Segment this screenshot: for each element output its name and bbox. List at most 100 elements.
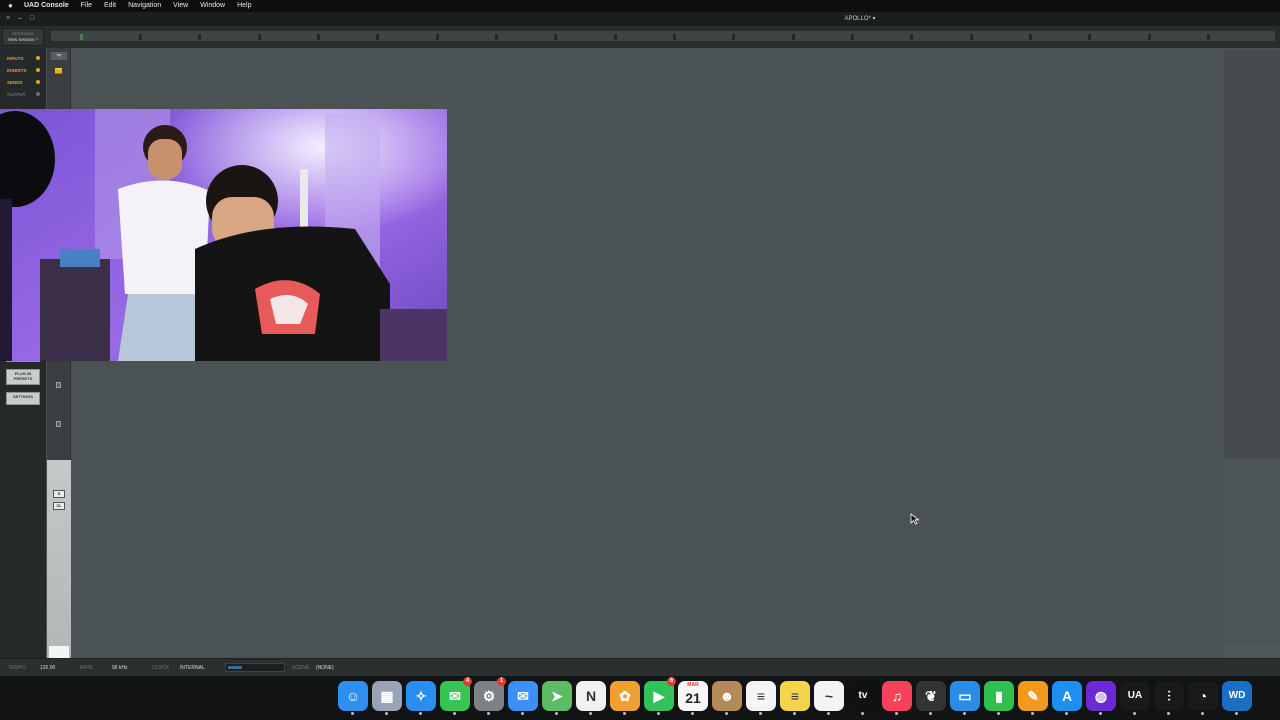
- dsp-meter: [225, 663, 285, 672]
- insert-slot[interactable]: [55, 68, 62, 74]
- menu-window[interactable]: Window: [200, 0, 225, 12]
- menu-navigation[interactable]: Navigation: [128, 0, 161, 12]
- finder-icon[interactable]: ☺: [338, 681, 368, 715]
- safari-icon[interactable]: ✧: [406, 681, 436, 715]
- messages-glyph: ✉: [449, 688, 461, 704]
- fl-studio-glyph: ❦: [925, 688, 937, 704]
- overview-tick: [80, 34, 83, 40]
- channel-overview-ruler[interactable]: [50, 30, 1276, 42]
- chevron-down-icon[interactable]: [51, 52, 67, 60]
- tempo-value[interactable]: 120.00: [40, 665, 55, 671]
- apple-icon[interactable]: ●: [8, 2, 16, 10]
- app-store-glyph: A: [1061, 688, 1073, 704]
- cl-button[interactable]: CL: [53, 502, 65, 510]
- settings-button[interactable]: SETTINGS: [6, 392, 40, 405]
- overview-tick: [495, 34, 498, 40]
- running-indicator: [691, 712, 694, 715]
- menu-edit[interactable]: Edit: [104, 0, 116, 12]
- pages-icon[interactable]: ✎: [1018, 681, 1048, 715]
- send-slot[interactable]: [56, 421, 61, 427]
- freeform-icon[interactable]: ~: [814, 681, 844, 715]
- system-settings-icon[interactable]: ⚙ 1: [474, 677, 506, 715]
- running-indicator: [725, 712, 728, 715]
- close-icon[interactable]: ×: [4, 14, 12, 23]
- contacts-icon[interactable]: ☻: [712, 681, 742, 715]
- menu-view[interactable]: View: [173, 0, 188, 12]
- ua-connect-icon[interactable]: UA: [1120, 681, 1150, 715]
- running-indicator: [759, 712, 762, 715]
- uad-console-icon[interactable]: ⫶: [1154, 681, 1184, 715]
- solo-button[interactable]: S: [53, 490, 65, 498]
- dock: ☺ ▦ ✧ ✉ 4 ⚙ 1 ✉ ➤ N ✿ ▶ 6 MAR 21 ☻ ≡ ≡ ~ tv ♫ ❦ ▭ ▮ ✎ A ◍ UA ⫶ ◔ WD: [0, 676, 1280, 720]
- running-indicator: [419, 712, 422, 715]
- overview-tick: [851, 34, 854, 40]
- keynote-icon[interactable]: ▭: [950, 681, 980, 715]
- output-label: OUTPUT: [7, 91, 26, 97]
- facetime-glyph: ▶: [653, 688, 665, 704]
- channel-fader[interactable]: S CL: [47, 460, 71, 658]
- running-indicator: [1065, 712, 1068, 715]
- news-icon[interactable]: N: [576, 681, 606, 715]
- clock-value[interactable]: INTERNAL: [180, 665, 205, 671]
- numbers-icon[interactable]: ▮: [984, 681, 1014, 715]
- audio-app-icon[interactable]: ◍: [1086, 681, 1116, 715]
- session-selector[interactable]: SESSIONS New Session ^: [2, 28, 44, 46]
- tempo-label: TEMPO: [8, 665, 26, 671]
- music-glyph: ♫: [891, 688, 903, 704]
- audio-app-glyph: ◍: [1094, 688, 1108, 704]
- uad-meter-icon[interactable]: ◔: [1188, 681, 1218, 715]
- clock-label: CLOCK: [152, 665, 170, 671]
- right-panel-footer: [1224, 644, 1280, 658]
- overview-tick: [436, 34, 439, 40]
- fl-studio-icon[interactable]: ❦: [916, 681, 946, 715]
- tv-glyph: tv: [858, 690, 868, 701]
- menu-help[interactable]: Help: [237, 0, 251, 12]
- maximize-icon[interactable]: □: [28, 14, 36, 23]
- facetime-icon[interactable]: ▶ 6: [644, 677, 676, 715]
- inputs-toggle[interactable]: INPUTS: [4, 52, 42, 64]
- plugin-presets-button[interactable]: PLUG-IN PRESETS: [6, 369, 40, 385]
- calendar-month: MAR: [687, 682, 699, 688]
- rate-value[interactable]: 96 kHz: [112, 665, 128, 671]
- maps-icon[interactable]: ➤: [542, 681, 572, 715]
- safari-glyph: ✧: [415, 688, 427, 704]
- photos-icon[interactable]: ✿: [610, 681, 640, 715]
- send-slot[interactable]: [56, 382, 61, 388]
- notes-glyph: ≡: [790, 688, 800, 704]
- overview-strip: SESSIONS New Session ^: [0, 26, 1280, 48]
- messages-icon[interactable]: ✉ 4: [440, 677, 472, 715]
- mail-icon[interactable]: ✉: [508, 681, 538, 715]
- inserts-toggle[interactable]: INSERTS: [4, 64, 42, 76]
- notification-badge: 1: [497, 677, 506, 686]
- maps-glyph: ➤: [551, 688, 563, 704]
- sends-toggle[interactable]: SENDS: [4, 76, 42, 88]
- wd-drive-icon[interactable]: WD: [1222, 681, 1252, 715]
- overview-tick: [792, 34, 795, 40]
- overview-tick: [258, 34, 261, 40]
- calendar-day: 21: [685, 690, 701, 706]
- launchpad-glyph: ▦: [380, 688, 394, 704]
- running-indicator: [385, 712, 388, 715]
- calendar-icon[interactable]: MAR 21: [678, 681, 708, 715]
- output-toggle[interactable]: OUTPUT: [4, 88, 42, 100]
- notes-icon[interactable]: ≡: [780, 681, 810, 715]
- running-indicator: [1235, 712, 1238, 715]
- menu-app-name[interactable]: UAD Console: [24, 0, 69, 12]
- webcam-image: [0, 109, 447, 361]
- launchpad-icon[interactable]: ▦: [372, 681, 402, 715]
- reminders-icon[interactable]: ≡: [746, 681, 776, 715]
- running-indicator: [929, 712, 932, 715]
- app-store-icon[interactable]: A: [1052, 681, 1082, 715]
- minimize-icon[interactable]: –: [16, 14, 24, 23]
- rate-label: RATE: [80, 665, 93, 671]
- music-icon[interactable]: ♫: [882, 681, 912, 715]
- inputs-label: INPUTS: [7, 55, 24, 61]
- window-controls: × – □: [4, 14, 36, 23]
- uad-meter-glyph: ◔: [1198, 688, 1208, 704]
- scene-value[interactable]: {NONE}: [316, 665, 334, 671]
- menu-file[interactable]: File: [81, 0, 92, 12]
- running-indicator: [1167, 712, 1170, 715]
- running-indicator: [453, 712, 456, 715]
- tv-icon[interactable]: tv: [848, 681, 878, 715]
- device-selector[interactable]: APOLLO* ▾: [820, 15, 900, 22]
